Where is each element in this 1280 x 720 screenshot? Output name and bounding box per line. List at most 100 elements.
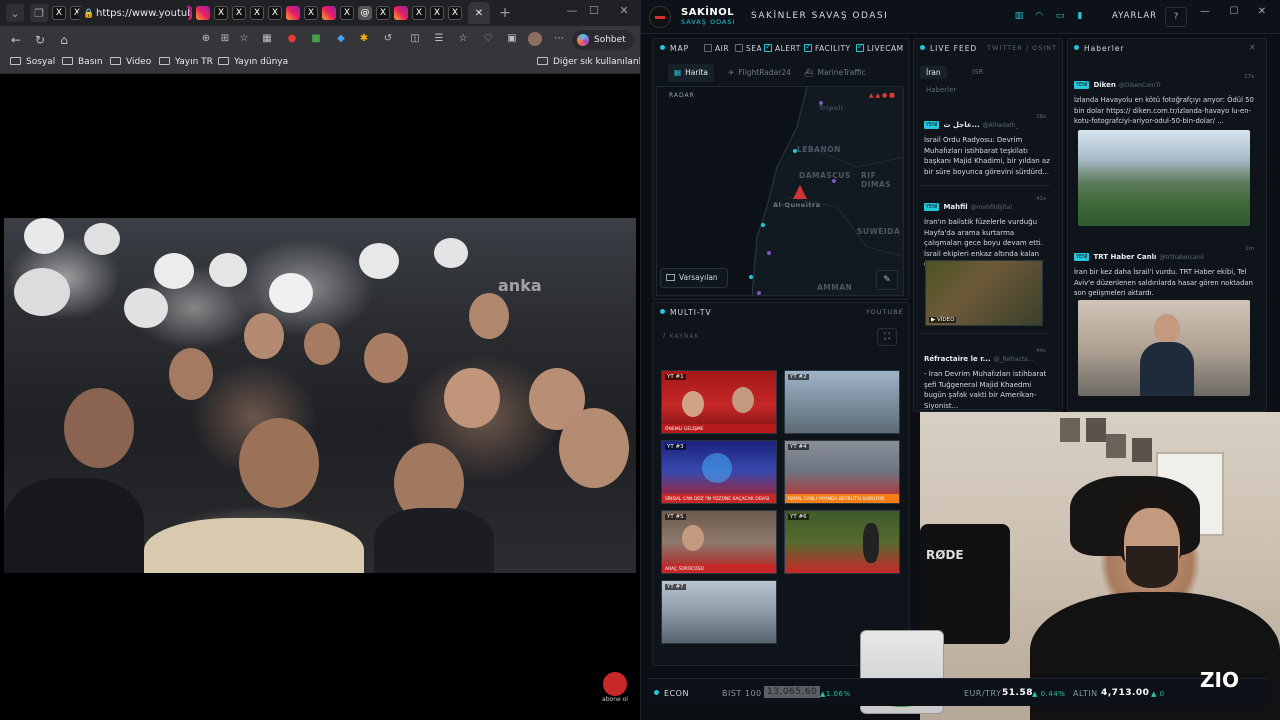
bookmark-folder[interactable]: Basın: [62, 57, 103, 67]
alert-marker[interactable]: [793, 185, 807, 199]
close-tab-icon[interactable]: ✕: [475, 8, 483, 19]
tab-x-icon[interactable]: X: [430, 6, 444, 20]
feed-item[interactable]: Réfractaire le r... @_Refracta... 44s - İ…: [920, 346, 1050, 410]
bookmark-folder[interactable]: Yayın dünya: [218, 57, 288, 67]
extension-blue-icon[interactable]: ◆: [334, 32, 348, 46]
tv-channel-3[interactable]: SİNDAL CAN DÜZ 'İN YÜZÜNE KAÇACAK ODASI …: [661, 440, 777, 504]
facility-marker[interactable]: [832, 179, 836, 183]
channel-logo[interactable]: abone ol: [600, 672, 630, 704]
translate-icon[interactable]: ⊕: [199, 32, 213, 46]
tab-x-icon[interactable]: X: [268, 6, 282, 20]
workspaces-icon[interactable]: ❐: [30, 4, 48, 22]
tv-channel-6[interactable]: YT #6: [784, 510, 900, 574]
extensions-puzzle-icon[interactable]: ↺: [381, 32, 395, 46]
refresh-icon[interactable]: ↻: [32, 32, 48, 48]
tab-actions-chevron-icon[interactable]: ⌄: [6, 4, 24, 22]
map-tab-flightradar[interactable]: ✈ FlightRadar24: [728, 64, 791, 82]
tv-channel-7[interactable]: YT #7: [661, 580, 777, 644]
layer-toggle-sea[interactable]: SEA: [735, 44, 762, 53]
map-view-icon[interactable]: ▥: [1013, 11, 1025, 22]
more-menu-icon[interactable]: ⋯: [552, 32, 566, 46]
collections-icon[interactable]: ☆: [456, 32, 470, 46]
bookmark-folder[interactable]: Sosyal: [10, 57, 55, 67]
back-icon[interactable]: ←: [8, 32, 24, 48]
tab-instagram-icon[interactable]: [322, 6, 336, 20]
settings-button[interactable]: AYARLAR: [1112, 11, 1157, 21]
map-tab-harita[interactable]: ▦ Harita: [668, 64, 715, 82]
extension-green-icon[interactable]: ■: [309, 32, 323, 46]
tab-x-icon[interactable]: X: [340, 6, 354, 20]
minimize-icon[interactable]: —: [1197, 6, 1213, 17]
tab-x-icon[interactable]: X: [304, 6, 318, 20]
close-panel-icon[interactable]: ✕: [1249, 43, 1257, 52]
tv-channel-1[interactable]: ÖNEMLİ GELİŞME YT #1: [661, 370, 777, 434]
favorite-star-icon[interactable]: ☆: [237, 32, 251, 46]
fullscreen-button[interactable]: ⛶: [877, 328, 897, 346]
screenshot-icon[interactable]: ▣: [505, 32, 519, 46]
news-item[interactable]: YENİ TRT Haber Canlı @trthabercanli 1m İra…: [1074, 244, 1254, 404]
facility-marker[interactable]: [767, 251, 771, 255]
layer-toggle-facility[interactable]: FACILITY: [804, 42, 851, 53]
tab-x-icon[interactable]: X: [412, 6, 426, 20]
tv-channel-2[interactable]: YT #2: [784, 370, 900, 434]
close-window-icon[interactable]: ✕: [616, 4, 632, 17]
tab-x-icon[interactable]: X: [214, 6, 228, 20]
active-tab[interactable]: ✕: [468, 2, 490, 24]
extension-icon[interactable]: ▦: [260, 32, 274, 46]
facility-marker[interactable]: [819, 101, 823, 105]
tab-instagram-icon[interactable]: [286, 6, 300, 20]
feed-video-thumbnail[interactable]: ▶ VİDEO: [925, 260, 1043, 326]
feed-item[interactable]: YENİ عاجل ث... @Alhadath_ 38s İsrail Ordu …: [920, 112, 1050, 186]
map-tab-marinetraffic[interactable]: ⛴ MarineTraffic: [804, 64, 866, 82]
tab-instagram-icon[interactable]: [394, 6, 408, 20]
layer-toggle-alert[interactable]: ALERT: [764, 42, 801, 53]
tab-x-icon[interactable]: X: [232, 6, 246, 20]
news-item[interactable]: YENİ Diken @DikenComTr 27s İzlanda Havayol…: [1074, 72, 1254, 232]
feed-tab-haberler[interactable]: Haberler: [926, 86, 956, 94]
split-screen-icon[interactable]: ◫: [408, 32, 422, 46]
feed-item[interactable]: YENİ Mahfil @mahfildijital 41s İran'ın bal…: [920, 194, 1050, 334]
tab-x-icon[interactable]: X: [376, 6, 390, 20]
facility-marker[interactable]: [757, 291, 761, 295]
minimize-icon[interactable]: —: [564, 4, 580, 17]
news-image-reporter[interactable]: [1078, 300, 1250, 396]
feed-tab-isr[interactable]: İSR: [972, 68, 983, 76]
tab-x-icon[interactable]: X: [52, 6, 66, 20]
bookmark-folder[interactable]: Yayın TR: [159, 57, 213, 67]
maximize-icon[interactable]: ☐: [586, 4, 602, 17]
video-player[interactable]: [4, 218, 636, 573]
layer-toggle-air[interactable]: AIR: [704, 44, 729, 53]
apps-icon[interactable]: ⊞: [218, 32, 232, 46]
tab-x-icon[interactable]: X: [250, 6, 264, 20]
signal-icon[interactable]: ▮: [1074, 11, 1086, 22]
copilot-button[interactable]: Sohbet et: [572, 30, 634, 65]
tab-threads-icon[interactable]: @: [358, 6, 372, 20]
rss-icon[interactable]: ◠: [1033, 11, 1045, 22]
livecam-marker[interactable]: [749, 275, 753, 279]
preset-button[interactable]: Varsayılan: [660, 268, 728, 288]
livecam-marker[interactable]: [761, 223, 765, 227]
address-bar[interactable]: 🔒https://www.youtube...: [78, 4, 190, 24]
home-icon[interactable]: ⌂: [56, 32, 72, 48]
close-window-icon[interactable]: ✕: [1254, 6, 1270, 17]
help-button[interactable]: ?: [1165, 7, 1187, 27]
other-bookmarks-folder[interactable]: Diğer sık kullanılanlar: [537, 57, 650, 67]
radar-map[interactable]: RADAR ▲ ▲ ● ■ LEBANON DAMASCUS RIF DIMAS…: [656, 86, 904, 296]
edit-map-button[interactable]: ✎: [876, 270, 898, 290]
favorites-icon[interactable]: ☰: [432, 32, 446, 46]
extension-yellow-icon[interactable]: ✱: [357, 32, 371, 46]
profile-avatar[interactable]: [528, 32, 542, 46]
extension-red-icon[interactable]: ●: [285, 32, 299, 46]
tab-instagram-icon[interactable]: [196, 6, 210, 20]
news-image-landscape[interactable]: [1078, 130, 1250, 226]
tab-x-icon[interactable]: X: [448, 6, 462, 20]
tv-channel-5[interactable]: ARAÇ SÜRÜCÜSÜ YT #5: [661, 510, 777, 574]
bookmark-folder[interactable]: Video: [110, 57, 151, 67]
maximize-icon[interactable]: ☐: [1226, 6, 1242, 17]
feed-tab-iran[interactable]: İran: [920, 66, 947, 79]
livecam-marker[interactable]: [793, 149, 797, 153]
tv-icon[interactable]: ▭: [1054, 11, 1066, 22]
browser-essentials-icon[interactable]: ♡: [481, 32, 495, 46]
layer-toggle-livecam[interactable]: LIVECAM: [856, 42, 904, 53]
tv-channel-4[interactable]: İSRAİL CANLI YAYINDA BEYRUT'U VURUYOR YT…: [784, 440, 900, 504]
